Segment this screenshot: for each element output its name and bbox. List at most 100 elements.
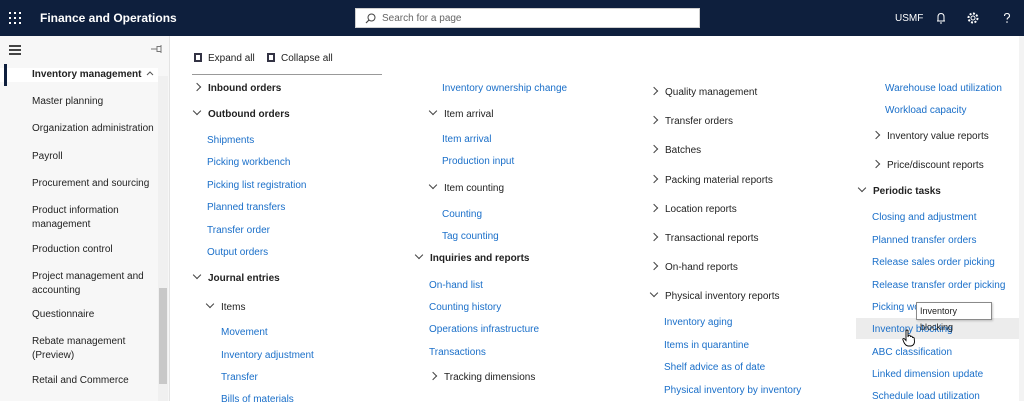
link-inventory-ownership-change[interactable]: Inventory ownership change	[442, 82, 567, 95]
link-item-arrival[interactable]: Item arrival	[442, 133, 491, 146]
sidebar-item-procurement-and-sourcing[interactable]: Procurement and sourcing	[0, 177, 158, 191]
chevron-down-icon	[192, 106, 202, 116]
search-box[interactable]	[355, 8, 700, 28]
group-label: Inquiries and reports	[430, 253, 530, 264]
chevron-right-icon	[649, 203, 659, 213]
group-label: Transfer orders	[665, 116, 733, 127]
group-items[interactable]: Items	[205, 299, 245, 314]
group-label: Tracking dimensions	[444, 372, 536, 383]
sidebar-item-label: Retail and Commerce	[32, 375, 129, 386]
group-physical-inventory-reports[interactable]: Physical inventory reports	[649, 288, 780, 303]
sidebar-item-product-information-management[interactable]: Product information management	[0, 204, 150, 232]
link-transfer-order[interactable]: Transfer order	[207, 224, 270, 237]
chevron-down-icon	[649, 288, 659, 298]
hamburger-icon[interactable]	[9, 45, 23, 55]
group-packing-material-reports[interactable]: Packing material reports	[649, 174, 773, 187]
link-picking-workbench[interactable]: Picking workbench	[207, 156, 290, 169]
link-production-input[interactable]: Production input	[442, 155, 514, 168]
group-item-counting[interactable]: Item counting	[428, 180, 504, 195]
chevron-right-icon	[649, 115, 659, 125]
chevron-down-icon	[428, 180, 438, 190]
link-operations-infrastructure[interactable]: Operations infrastructure	[429, 323, 539, 336]
sidebar-scrollbar-thumb[interactable]	[159, 288, 167, 384]
sidebar-item-label: Project management and accounting	[32, 271, 144, 296]
chevron-down-icon	[857, 183, 867, 193]
group-batches[interactable]: Batches	[649, 144, 701, 157]
sidebar-item-organization-administration[interactable]: Organization administration	[0, 122, 158, 136]
help-icon[interactable]	[999, 10, 1015, 26]
group-label: Packing material reports	[665, 175, 773, 186]
expand-all-label: Expand all	[208, 53, 255, 64]
group-on-hand-reports[interactable]: On-hand reports	[649, 261, 738, 274]
sidebar-item-retail-and-commerce[interactable]: Retail and Commerce	[0, 374, 158, 388]
link-warehouse-load-utilization[interactable]: Warehouse load utilization	[885, 82, 1002, 95]
group-item-arrival[interactable]: Item arrival	[428, 106, 493, 121]
chevron-right-icon	[649, 86, 659, 96]
collapse-all-label: Collapse all	[281, 53, 333, 64]
chevron-right-icon	[428, 371, 438, 381]
app-launcher-icon[interactable]	[9, 12, 21, 24]
link-planned-transfers[interactable]: Planned transfers	[207, 201, 285, 214]
link-inventory-adjustment[interactable]: Inventory adjustment	[221, 349, 314, 362]
group-journal-entries[interactable]: Journal entries	[192, 270, 280, 285]
link-counting[interactable]: Counting	[442, 208, 482, 221]
link-transactions[interactable]: Transactions	[429, 346, 486, 359]
link-linked-dimension-update[interactable]: Linked dimension update	[872, 368, 983, 381]
app-title[interactable]: Finance and Operations	[40, 11, 177, 25]
link-bills-of-materials[interactable]: Bills of materials	[221, 393, 294, 406]
group-transfer-orders[interactable]: Transfer orders	[649, 115, 733, 128]
link-release-transfer-order-picking[interactable]: Release transfer order picking	[872, 279, 1005, 292]
group-location-reports[interactable]: Location reports	[649, 203, 737, 216]
link-inventory-aging[interactable]: Inventory aging	[664, 316, 732, 329]
collapse-all-icon	[267, 53, 275, 62]
link-transfer[interactable]: Transfer	[221, 371, 258, 384]
group-inbound-orders[interactable]: Inbound orders	[192, 82, 282, 95]
group-transactional-reports[interactable]: Transactional reports	[649, 232, 759, 245]
pin-icon[interactable]	[151, 44, 163, 54]
sidebar-item-inventory-management[interactable]: Inventory management	[0, 64, 158, 86]
group-inventory-value-reports[interactable]: Inventory value reports	[871, 130, 989, 143]
link-planned-transfer-orders[interactable]: Planned transfer orders	[872, 234, 977, 247]
company-picker[interactable]: USMF	[895, 13, 923, 24]
chevron-right-icon	[192, 82, 202, 92]
sidebar-item-master-planning[interactable]: Master planning	[0, 95, 158, 109]
group-label: Inbound orders	[208, 83, 282, 94]
link-movement[interactable]: Movement	[221, 326, 268, 339]
group-periodic-tasks[interactable]: Periodic tasks	[857, 183, 941, 198]
link-output-orders[interactable]: Output orders	[207, 246, 268, 259]
link-picking-list-registration[interactable]: Picking list registration	[207, 179, 306, 192]
search-input[interactable]	[382, 11, 692, 26]
group-inquiries-and-reports[interactable]: Inquiries and reports	[414, 250, 530, 265]
sidebar-item-questionnaire[interactable]: Questionnaire	[0, 308, 158, 322]
link-shelf-advice[interactable]: Shelf advice as of date	[664, 361, 765, 374]
link-counting-history[interactable]: Counting history	[429, 301, 501, 314]
sidebar-item-rebate-management[interactable]: Rebate management (Preview)	[0, 335, 140, 363]
link-items-in-quarantine[interactable]: Items in quarantine	[664, 339, 749, 352]
link-abc-classification[interactable]: ABC classification	[872, 346, 952, 359]
content-scrollbar[interactable]	[1019, 36, 1024, 401]
bell-icon[interactable]	[933, 10, 949, 26]
group-price-discount-reports[interactable]: Price/discount reports	[871, 159, 984, 172]
link-physical-inventory-by-dimension[interactable]: Physical inventory by inventory	[664, 384, 801, 397]
link-closing-and-adjustment[interactable]: Closing and adjustment	[872, 211, 977, 224]
sidebar-item-production-control[interactable]: Production control	[0, 243, 158, 257]
expand-all-button[interactable]: Expand all	[194, 53, 255, 64]
sidebar-item-project-management-and-accounting[interactable]: Project management and accounting	[0, 270, 150, 298]
sidebar-item-label: Production control	[32, 244, 113, 255]
sidebar-item-payroll[interactable]: Payroll	[0, 150, 158, 164]
collapse-all-button[interactable]: Collapse all	[267, 53, 333, 64]
link-picking-workbench-periodic[interactable]: Picking wo	[872, 301, 920, 314]
gear-icon[interactable]	[965, 10, 981, 26]
group-outbound-orders[interactable]: Outbound orders	[192, 106, 290, 121]
link-shipments[interactable]: Shipments	[207, 134, 254, 147]
group-quality-management[interactable]: Quality management	[649, 86, 757, 99]
sidebar-item-label: Questionnaire	[32, 309, 95, 320]
link-workload-capacity[interactable]: Workload capacity	[885, 104, 967, 117]
link-tag-counting[interactable]: Tag counting	[442, 230, 499, 243]
chevron-up-icon	[146, 71, 154, 76]
chevron-right-icon	[871, 130, 881, 140]
link-on-hand-list[interactable]: On-hand list	[429, 279, 483, 292]
link-release-sales-order-picking[interactable]: Release sales order picking	[872, 256, 995, 269]
link-schedule-load-utilization[interactable]: Schedule load utilization	[872, 390, 980, 403]
group-tracking-dimensions[interactable]: Tracking dimensions	[428, 371, 536, 384]
